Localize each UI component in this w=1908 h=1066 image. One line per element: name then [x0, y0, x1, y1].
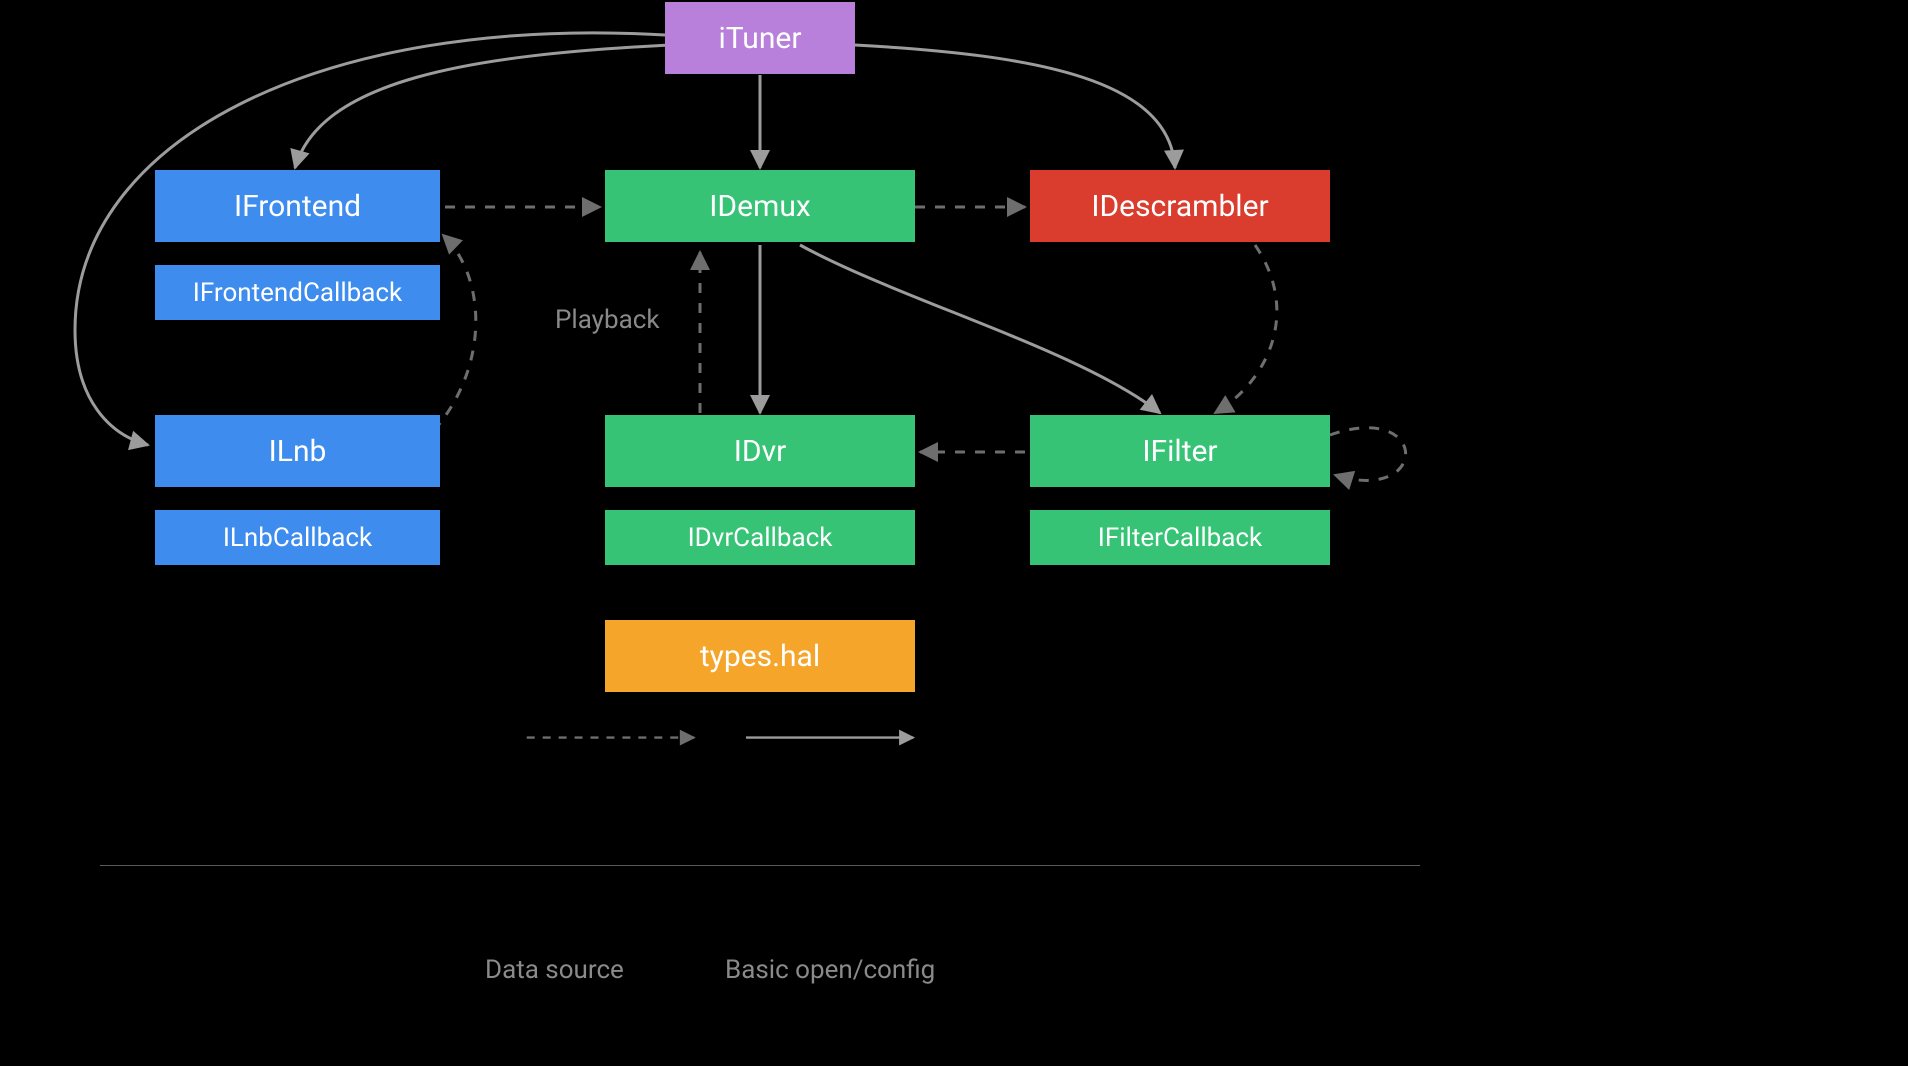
node-ifilter: IFilter — [1030, 415, 1330, 487]
legend-separator — [100, 865, 1420, 866]
node-ifrontend-callback: IFrontendCallback — [155, 265, 440, 320]
node-ilnb-callback: ILnbCallback — [155, 510, 440, 565]
node-idvr: IDvr — [605, 415, 915, 487]
node-types-hal: types.hal — [605, 620, 915, 692]
node-ilnb: ILnb — [155, 415, 440, 487]
node-ifilter-callback: IFilterCallback — [1030, 510, 1330, 565]
node-ituner: iTuner — [665, 2, 855, 74]
node-idvr-callback: IDvrCallback — [605, 510, 915, 565]
legend-dashed-label: Data source — [485, 955, 624, 985]
diagram-canvas: iTuner IFrontend IFrontendCallback ILnb … — [0, 0, 1500, 850]
label-playback: Playback — [555, 305, 660, 335]
legend-solid-label: Basic open/config — [725, 955, 935, 985]
node-idemux: IDemux — [605, 170, 915, 242]
node-idescrambler: IDescrambler — [1030, 170, 1330, 242]
node-ifrontend: IFrontend — [155, 170, 440, 242]
